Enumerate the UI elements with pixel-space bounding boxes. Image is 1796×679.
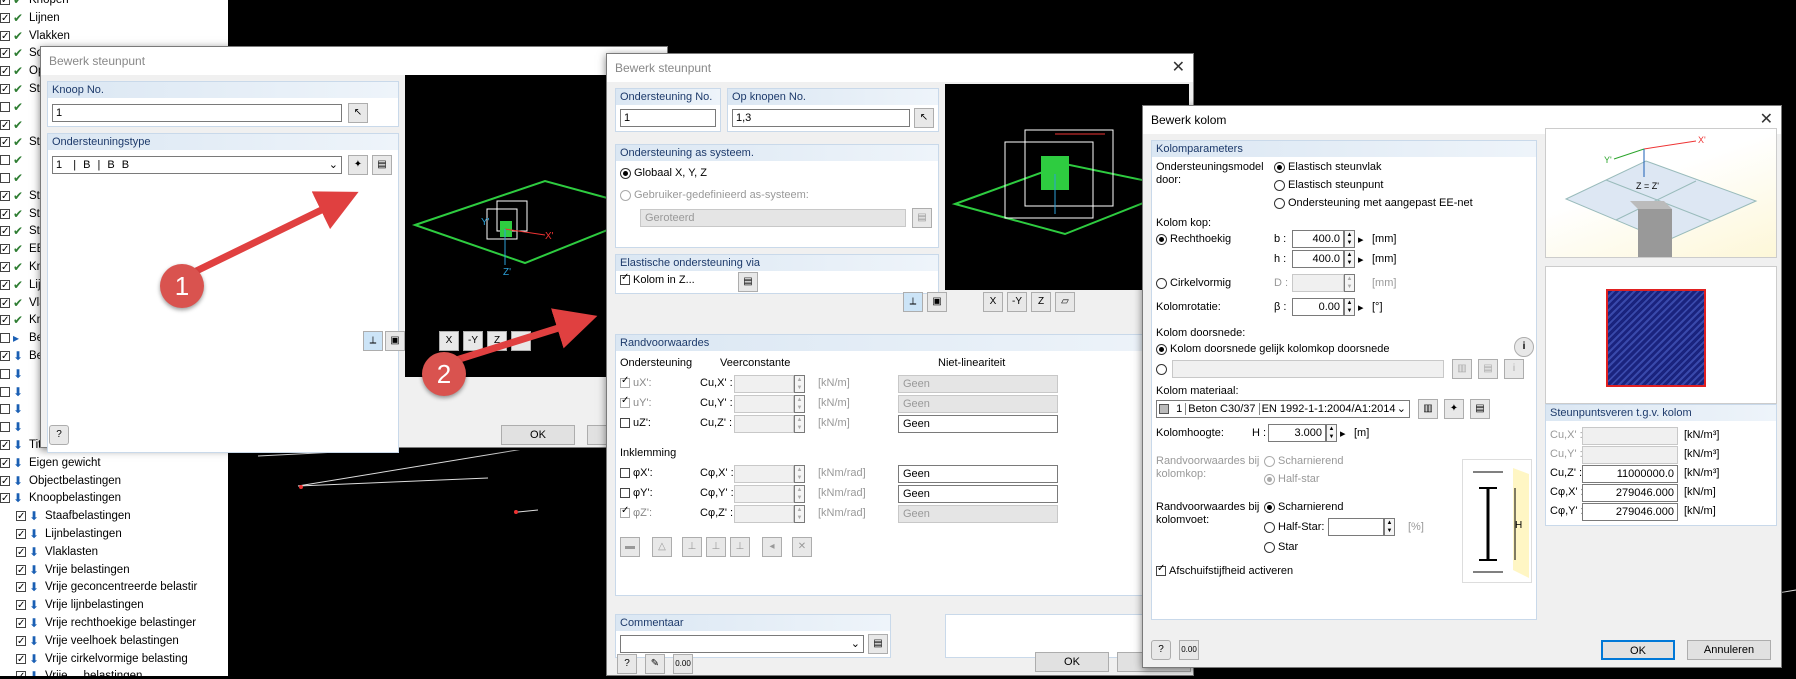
annotation-badge-2: 2 [422, 352, 466, 396]
annotation-arrows [184, 191, 598, 366]
annotation-badge-1: 1 [160, 264, 204, 308]
